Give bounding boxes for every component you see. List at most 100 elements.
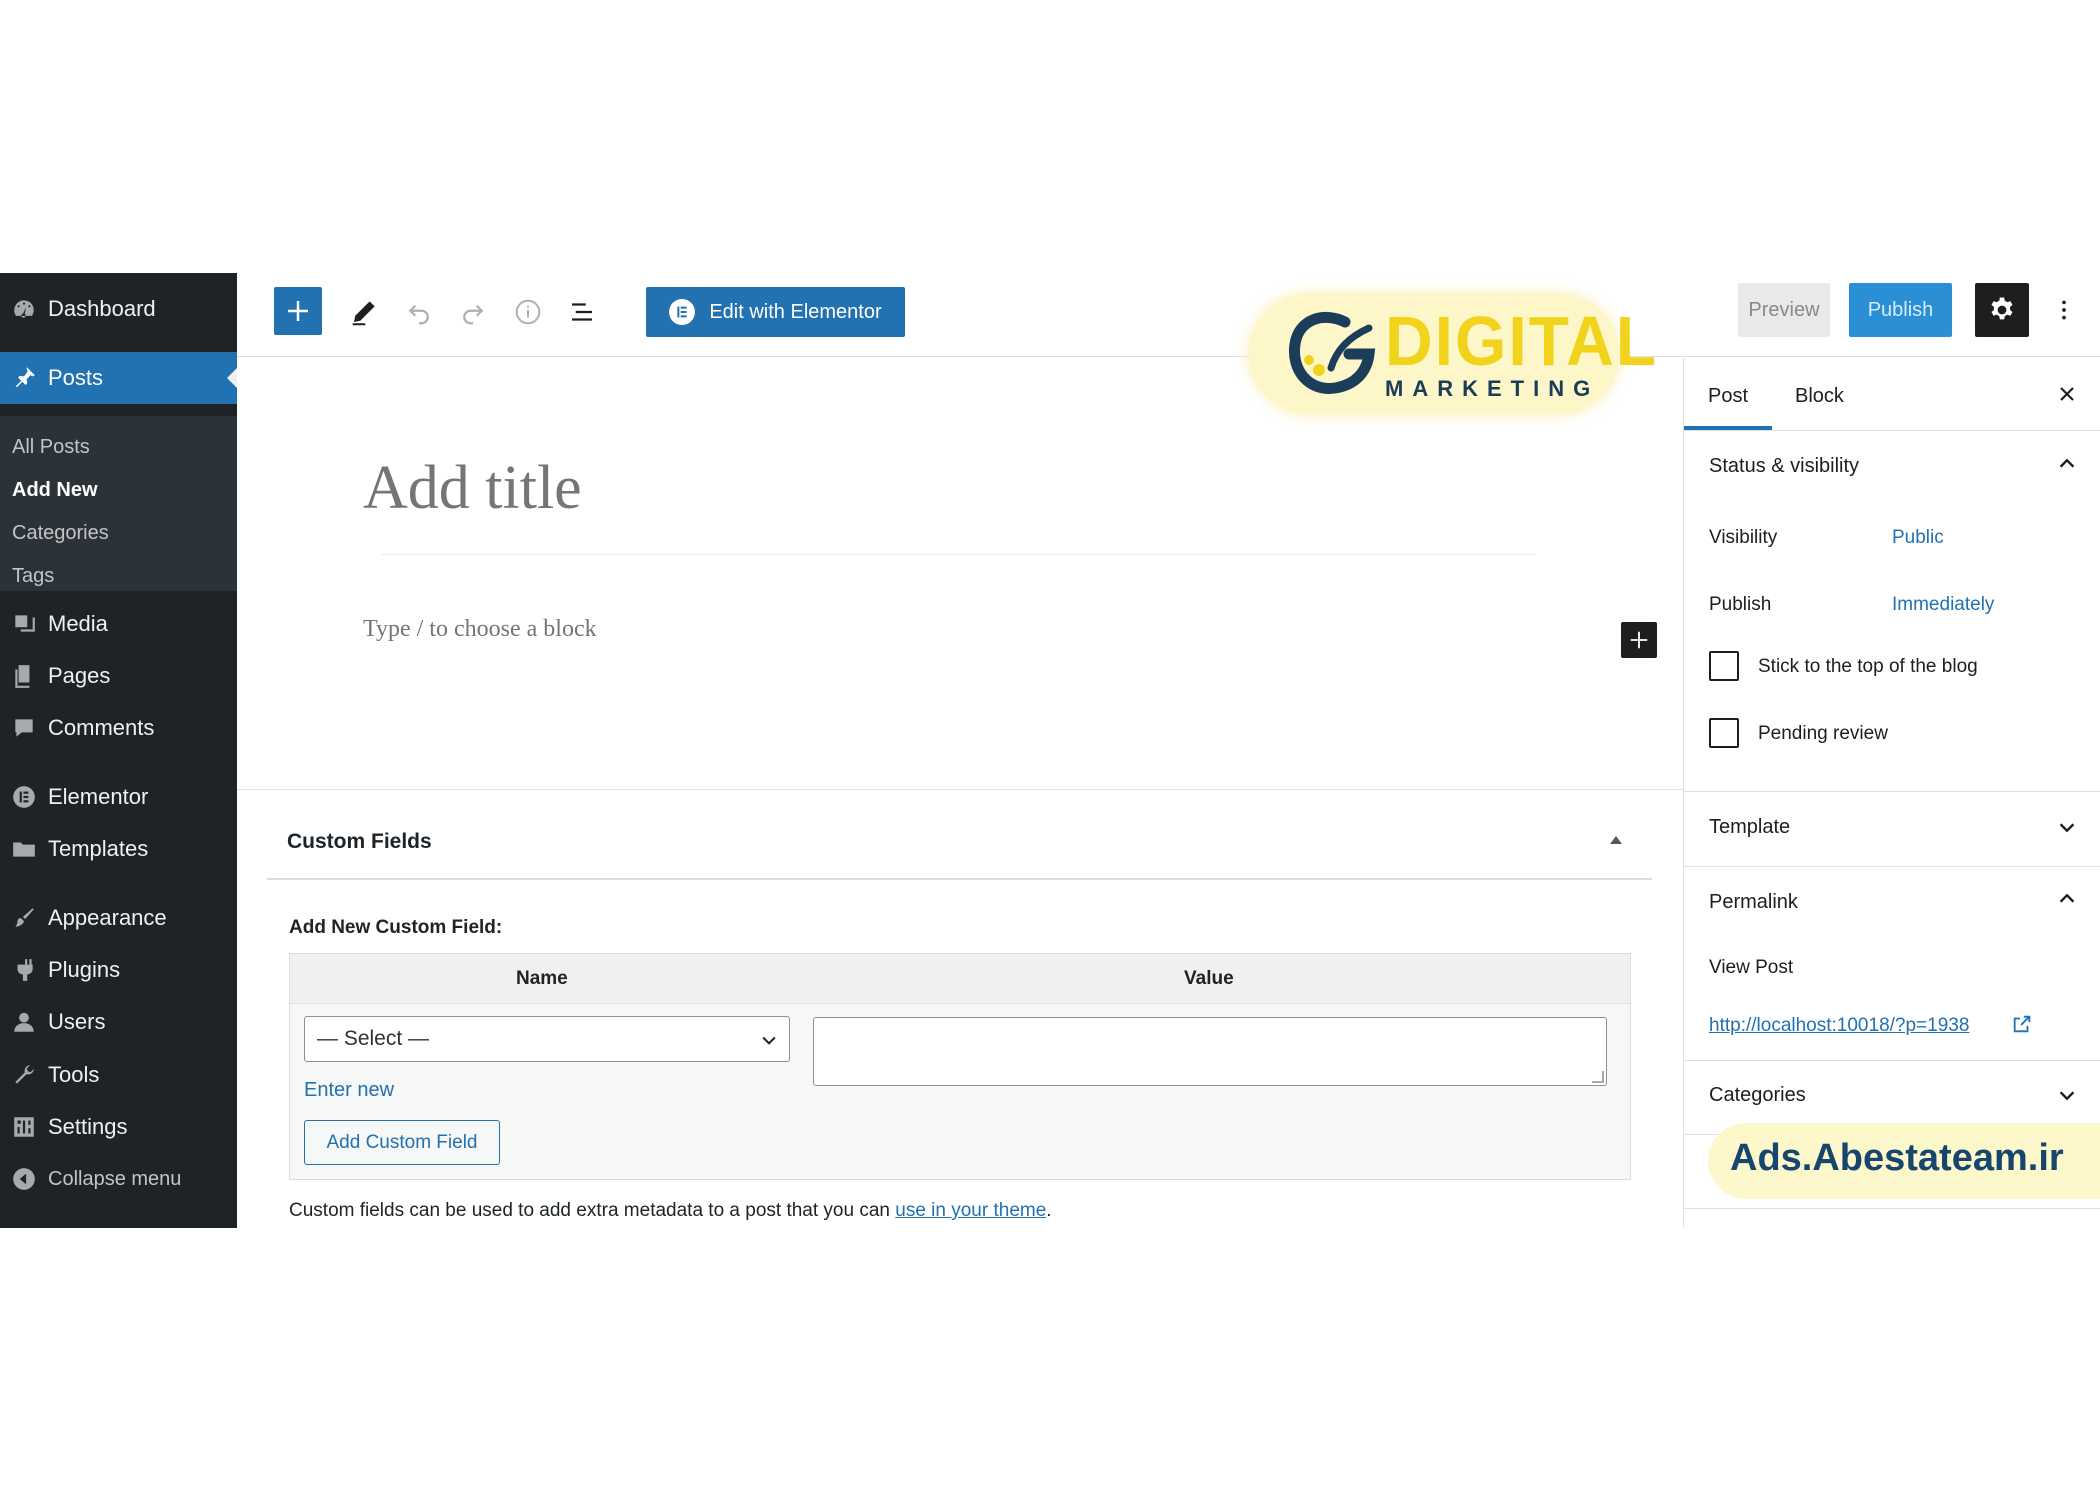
menu-item-dashboard[interactable]: Dashboard — [0, 287, 237, 331]
list-view-button[interactable] — [560, 290, 604, 334]
custom-fields-help-text: Custom fields can be used to add extra m… — [289, 1200, 1052, 1222]
chevron-down-icon — [762, 1036, 776, 1045]
menu-label: Collapse menu — [48, 1167, 182, 1190]
menu-item-settings[interactable]: Settings — [0, 1105, 237, 1149]
menu-label: Settings — [48, 1114, 128, 1139]
menu-label: Media — [48, 611, 108, 636]
add-block-button[interactable] — [1621, 622, 1657, 658]
menu-label: Templates — [48, 836, 149, 861]
block-appender-placeholder[interactable]: Type / to choose a block — [363, 616, 597, 643]
edit-with-elementor-button[interactable]: Edit with Elementor — [646, 287, 905, 337]
panel-divider — [1684, 1208, 2100, 1209]
settings-toggle-button[interactable] — [1975, 283, 2029, 337]
pages-icon — [0, 663, 48, 689]
menu-label: Dashboard — [48, 296, 156, 321]
publish-button[interactable]: Publish — [1849, 283, 1952, 337]
custom-fields-metabox: Custom Fields Add New Custom Field: Name… — [237, 789, 1683, 1228]
publish-label: Publish — [1709, 594, 1772, 615]
posts-submenu: All Posts Add New Categories Tags — [0, 416, 237, 591]
preview-button[interactable]: Preview — [1738, 283, 1830, 337]
collapse-caret-icon[interactable] — [1610, 836, 1622, 844]
submenu-categories[interactable]: Categories — [12, 522, 109, 545]
menu-item-templates[interactable]: Templates — [0, 827, 237, 871]
submenu-add-new[interactable]: Add New — [12, 479, 98, 502]
admin-sidebar: Dashboard Posts All Posts Add New Catego… — [0, 273, 237, 1228]
submenu-all-posts[interactable]: All Posts — [12, 436, 90, 459]
details-button[interactable] — [506, 290, 550, 334]
menu-label: Users — [48, 1009, 106, 1034]
visibility-label: Visibility — [1709, 527, 1778, 548]
pending-review-checkbox[interactable] — [1709, 718, 1739, 748]
tab-post[interactable]: Post — [1708, 385, 1748, 408]
media-icon — [0, 611, 48, 637]
template-panel-title[interactable]: Template — [1709, 816, 1790, 839]
chevron-up-icon[interactable] — [2056, 453, 2078, 475]
block-inserter-button[interactable] — [274, 287, 322, 335]
close-icon[interactable] — [2055, 382, 2079, 406]
elementor-icon — [669, 299, 696, 325]
status-visibility-title[interactable]: Status & visibility — [1709, 455, 1859, 478]
wordpress-editor-app: Dashboard Posts All Posts Add New Catego… — [0, 273, 2100, 1228]
editor-toolbar: Edit with Elementor Preview Publish — [237, 273, 2100, 357]
menu-label: Plugins — [48, 957, 121, 982]
column-value-header: Value — [1184, 968, 1234, 989]
watermark-banner: Ads.Abestateam.ir — [1708, 1123, 2100, 1199]
logo-word-digital: DIGITAL — [1385, 302, 1659, 380]
wrench-icon — [0, 1062, 48, 1088]
chevron-down-icon[interactable] — [2056, 816, 2078, 838]
digital-marketing-logo: DIGITAL MARKETING — [1249, 294, 1656, 414]
custom-field-name-select[interactable]: — Select — — [304, 1016, 790, 1062]
menu-item-appearance[interactable]: Appearance — [0, 896, 237, 940]
publish-date-value[interactable]: Immediately — [1892, 594, 1994, 616]
select-value: — Select — — [317, 1027, 430, 1050]
pending-review-label: Pending review — [1758, 723, 1888, 744]
gear-icon — [1991, 297, 2013, 320]
use-in-theme-link[interactable]: use in your theme — [895, 1200, 1046, 1221]
menu-label: Pages — [48, 663, 111, 688]
panel-divider — [1684, 791, 2100, 792]
tools-button[interactable] — [342, 290, 386, 334]
menu-item-media[interactable]: Media — [0, 602, 237, 646]
paintbrush-icon — [0, 905, 48, 931]
more-options-button[interactable] — [2049, 283, 2079, 337]
menu-item-tools[interactable]: Tools — [0, 1053, 237, 1097]
editor-canvas: Add title Type / to choose a block — [237, 358, 1683, 788]
panel-divider — [1684, 1060, 2100, 1061]
categories-panel-title[interactable]: Categories — [1709, 1084, 1806, 1107]
permalink-panel-title[interactable]: Permalink — [1709, 891, 1798, 914]
elementor-label: Edit with Elementor — [709, 300, 882, 323]
enter-new-link[interactable]: Enter new — [304, 1079, 394, 1102]
info-icon — [515, 299, 541, 325]
custom-field-table: Name Value — Select — Enter new Add Cust… — [289, 953, 1631, 1180]
menu-item-users[interactable]: Users — [0, 1000, 237, 1044]
folder-icon — [0, 836, 48, 862]
sticky-label: Stick to the top of the blog — [1758, 656, 1978, 677]
menu-item-pages[interactable]: Pages — [0, 654, 237, 698]
plugin-icon — [0, 957, 48, 983]
undo-button[interactable] — [397, 290, 441, 334]
logo-word-marketing: MARKETING — [1385, 376, 1600, 401]
post-title-input[interactable]: Add title — [363, 453, 582, 524]
menu-item-comments[interactable]: Comments — [0, 706, 237, 750]
menu-item-elementor[interactable]: Elementor — [0, 775, 237, 819]
chevron-up-icon[interactable] — [2056, 888, 2078, 910]
external-link-icon — [2013, 1015, 2031, 1033]
chevron-down-icon[interactable] — [2056, 1084, 2078, 1106]
undo-icon — [408, 304, 429, 325]
visibility-value[interactable]: Public — [1892, 527, 1944, 549]
add-custom-field-button[interactable]: Add Custom Field — [304, 1120, 500, 1165]
active-tab-indicator — [1684, 426, 1772, 430]
tab-block[interactable]: Block — [1795, 385, 1844, 408]
watermark-text: Ads.Abestateam.ir — [1730, 1137, 2064, 1179]
redo-button[interactable] — [451, 290, 495, 334]
collapse-menu-button[interactable]: Collapse menu — [0, 1157, 237, 1201]
menu-label: Appearance — [48, 905, 167, 930]
menu-item-plugins[interactable]: Plugins — [0, 948, 237, 992]
menu-label: Elementor — [48, 784, 149, 809]
metabox-header[interactable]: Custom Fields — [267, 790, 1652, 880]
submenu-tags[interactable]: Tags — [12, 565, 54, 588]
sticky-checkbox[interactable] — [1709, 651, 1739, 681]
permalink-url-link[interactable]: http://localhost:10018/?p=1938 — [1709, 1015, 1969, 1037]
custom-field-value-textarea[interactable] — [813, 1017, 1607, 1086]
menu-item-posts[interactable]: Posts — [0, 352, 237, 404]
